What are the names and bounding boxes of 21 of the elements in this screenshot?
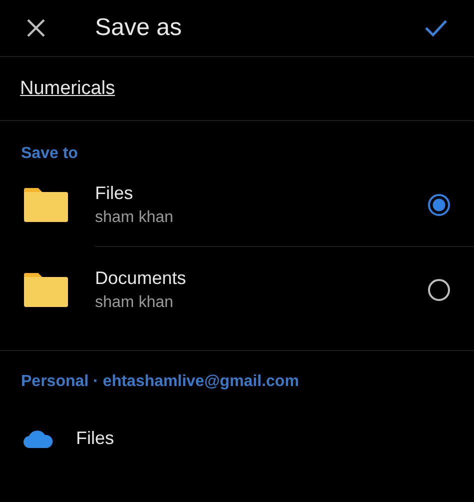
file-name-field[interactable]: Numericals	[20, 78, 320, 100]
check-icon	[424, 19, 448, 37]
folder-icon	[24, 272, 68, 306]
close-icon	[26, 18, 46, 38]
window-title: Save as	[95, 14, 182, 42]
location-item[interactable]: Documents sham khan	[0, 247, 474, 332]
section-header: Save to	[20, 144, 79, 162]
radio-button[interactable]	[428, 278, 450, 300]
section-header: Personal · ehtashamlive@gmail.com	[20, 372, 300, 392]
location-item[interactable]: Files	[0, 415, 474, 461]
confirm-button[interactable]	[424, 19, 448, 37]
item-name: Files	[95, 182, 134, 204]
item-name: Documents	[95, 268, 186, 288]
item-name: Files	[76, 428, 114, 448]
cloud-icon	[23, 428, 53, 448]
folder-icon	[24, 188, 68, 222]
location-item[interactable]: Files sham khan	[0, 162, 474, 247]
owner-name: sham khan	[95, 294, 174, 312]
close-button[interactable]	[26, 18, 46, 38]
owner-name: sham khan	[95, 208, 174, 226]
radio-button[interactable]	[428, 194, 450, 216]
